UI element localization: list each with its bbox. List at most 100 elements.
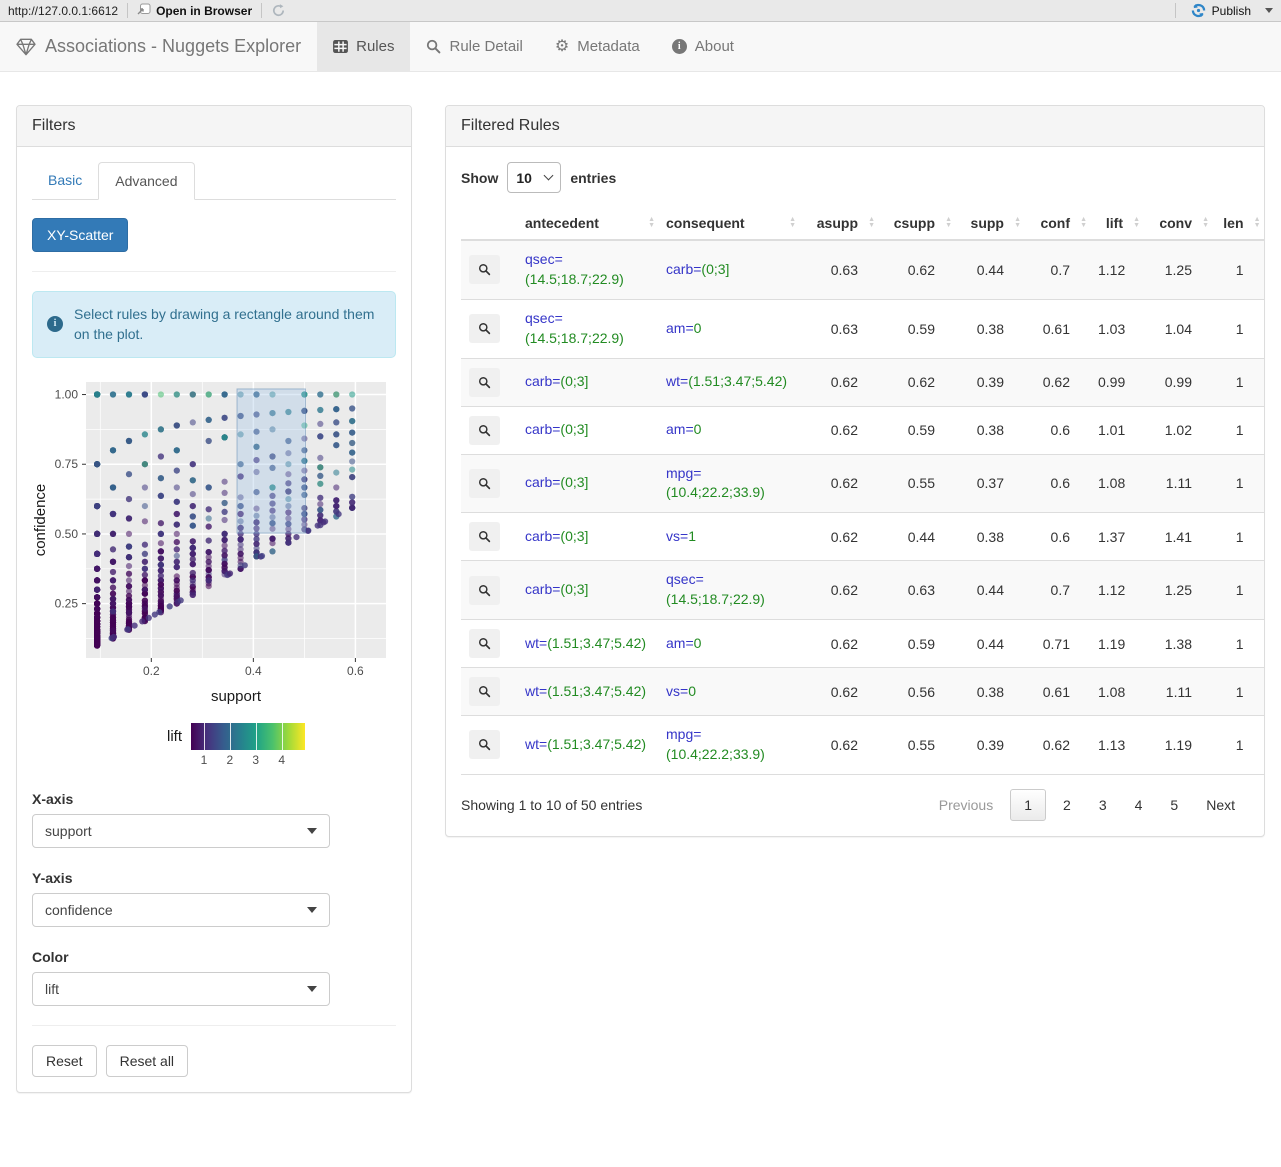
filter-tabs: Basic Advanced	[32, 162, 396, 200]
tab-basic[interactable]: Basic	[32, 162, 98, 200]
svg-text:0.25: 0.25	[55, 596, 79, 610]
inspect-rule-button[interactable]	[469, 415, 500, 445]
reset-all-button[interactable]: Reset all	[105, 1044, 189, 1077]
color-label: Color	[32, 948, 69, 965]
column-header-lift[interactable]: lift ▲ ▼	[1090, 207, 1143, 241]
chevron-down-icon	[307, 985, 317, 992]
info-icon: i	[47, 316, 63, 333]
inspect-rule-button[interactable]	[469, 367, 500, 397]
inspect-rule-button[interactable]	[469, 522, 500, 552]
legend-tick-label: 1	[200, 752, 208, 767]
address-url: http://127.0.0.1:6612	[8, 3, 119, 18]
table-row: wt=(1.51;3.47;5.42) vs=0 0.62 0.56 0.38 0.61 1…	[461, 667, 1264, 716]
color-select[interactable]: lift	[32, 971, 330, 1006]
app-title: Associations - Nuggets Explorer	[45, 36, 302, 56]
plot-color-legend: lift 1 2 3 4	[76, 722, 396, 769]
x-axis-label: X-axis	[32, 790, 74, 807]
gear-icon: ⚙	[554, 37, 570, 55]
column-header-supp[interactable]: supp ▲ ▼	[955, 207, 1024, 241]
table-row: wt=(1.51;3.47;5.42) mpg=(10.4;22.2;33.9) 0…	[461, 715, 1264, 775]
pagination-page-1[interactable]: 1	[1010, 788, 1047, 821]
open-in-browser-button[interactable]: Open in Browser	[137, 3, 252, 18]
navbar-tab-about[interactable]: i About	[656, 22, 750, 71]
magnifier-icon	[478, 477, 491, 490]
publish-icon	[1191, 3, 1206, 18]
legend-tick	[229, 722, 231, 750]
magnifier-icon	[478, 530, 491, 543]
svg-text:0.2: 0.2	[143, 664, 160, 678]
pagination-page-5[interactable]: 5	[1156, 790, 1192, 820]
table-row: qsec=(14.5;18.7;22.9) carb=(0;3] 0.63 0.62 0…	[461, 240, 1264, 300]
navbar-tab-rule-detail[interactable]: Rule Detail	[410, 22, 538, 71]
pagination-previous[interactable]: Previous	[925, 790, 1007, 820]
column-header-search	[461, 207, 517, 241]
xy-scatter-button[interactable]: XY-Scatter	[32, 218, 129, 252]
inspect-rule-button[interactable]	[469, 677, 500, 706]
table-info: Showing 1 to 10 of 50 entries	[461, 796, 643, 813]
filters-panel: Filters Basic Advanced XY-Scatter i Sele…	[16, 105, 412, 1093]
svg-text:0.75: 0.75	[55, 457, 79, 471]
pagination-page-3[interactable]: 3	[1085, 790, 1121, 820]
svg-text:1.00: 1.00	[55, 387, 79, 401]
sort-icon: ▲ ▼	[789, 216, 796, 229]
page-length-select[interactable]: 10	[507, 162, 562, 193]
table-row: carb=(0;3] mpg=(10.4;22.2;33.9) 0.62 0.55 0.…	[461, 453, 1264, 513]
gem-icon	[16, 38, 36, 56]
table-row: qsec=(14.5;18.7;22.9) am=0 0.63 0.59 0.38 0.6…	[461, 298, 1264, 358]
column-header-conf[interactable]: conf ▲ ▼	[1024, 207, 1090, 241]
inspect-rule-button[interactable]	[469, 255, 500, 285]
legend-label: lift	[167, 727, 182, 745]
legend-tick	[255, 722, 257, 750]
magnifier-icon	[478, 685, 491, 698]
inspect-rule-button[interactable]	[469, 629, 500, 658]
legend-tick-label: 3	[252, 752, 260, 767]
magnifier-icon	[478, 263, 491, 276]
svg-text:confidence: confidence	[32, 483, 49, 556]
filtered-rules-panel: Filtered Rules Show 10 entries anteceden…	[445, 105, 1265, 837]
inspect-rule-button[interactable]	[469, 575, 500, 605]
x-axis-select[interactable]: support	[32, 813, 330, 848]
publish-dropdown-caret[interactable]	[1265, 8, 1273, 13]
legend-tick-label: 2	[226, 752, 234, 767]
sort-icon: ▲ ▼	[945, 216, 952, 229]
scatter-plot[interactable]: 0.2 0.4 0.6 0.25 0.50 0.75 1.00 support confiden…	[32, 374, 396, 769]
refresh-icon[interactable]	[271, 3, 286, 18]
inspect-rule-button[interactable]	[469, 314, 500, 344]
inspect-rule-button[interactable]	[469, 468, 500, 498]
inspect-rule-button[interactable]	[469, 730, 500, 760]
entries-label: entries	[570, 169, 617, 186]
sort-icon: ▲ ▼	[1133, 216, 1140, 229]
pagination-page-2[interactable]: 2	[1049, 790, 1085, 820]
column-header-antecedent[interactable]: antecedent ▲ ▼	[517, 207, 658, 241]
y-axis-label: Y-axis	[32, 869, 73, 886]
chevron-down-icon	[307, 906, 317, 913]
open-in-browser-icon	[137, 3, 151, 18]
column-header-conv[interactable]: conv ▲ ▼	[1143, 207, 1212, 241]
table-row: wt=(1.51;3.47;5.42) am=0 0.62 0.59 0.44 0.71 1…	[461, 619, 1264, 668]
legend-tick	[281, 722, 283, 750]
pagination-page-4[interactable]: 4	[1121, 790, 1157, 820]
chevron-down-icon	[543, 170, 554, 181]
chevron-down-icon	[307, 827, 317, 834]
navbar-tab-metadata[interactable]: ⚙ Metadata	[539, 22, 656, 71]
table-row: carb=(0;3] am=0 0.62 0.59 0.38 0.6 1.01 1.02 1	[461, 405, 1264, 454]
column-header-consequent[interactable]: consequent ▲ ▼	[658, 207, 799, 241]
reset-button[interactable]: Reset	[32, 1044, 97, 1077]
y-axis-select[interactable]: confidence	[32, 892, 330, 927]
app-navbar: Associations - Nuggets Explorer Rules Rul…	[0, 22, 1281, 72]
publish-button[interactable]: Publish	[1212, 4, 1251, 18]
sort-icon: ▲ ▼	[868, 216, 875, 229]
legend-tick-label: 4	[278, 752, 286, 767]
column-header-csupp[interactable]: csupp ▲ ▼	[878, 207, 955, 241]
pagination-next[interactable]: Next	[1192, 790, 1249, 820]
browser-toolbar: http://127.0.0.1:6612 Open in Browser Pu…	[0, 0, 1281, 22]
table-row: carb=(0;3] qsec=(14.5;18.7;22.9) 0.62 0.63 0…	[461, 560, 1264, 620]
tab-advanced[interactable]: Advanced	[98, 162, 195, 200]
magnifier-icon	[478, 738, 491, 751]
column-header-len[interactable]: len ▲ ▼	[1212, 207, 1264, 241]
navbar-tab-rules[interactable]: Rules	[317, 22, 411, 71]
column-header-asupp[interactable]: asupp ▲ ▼	[799, 207, 878, 241]
info-alert-text: Select rules by drawing a rectangle arou…	[74, 306, 375, 343]
viridis-colorbar	[191, 722, 305, 750]
sort-icon: ▲ ▼	[1080, 216, 1087, 229]
